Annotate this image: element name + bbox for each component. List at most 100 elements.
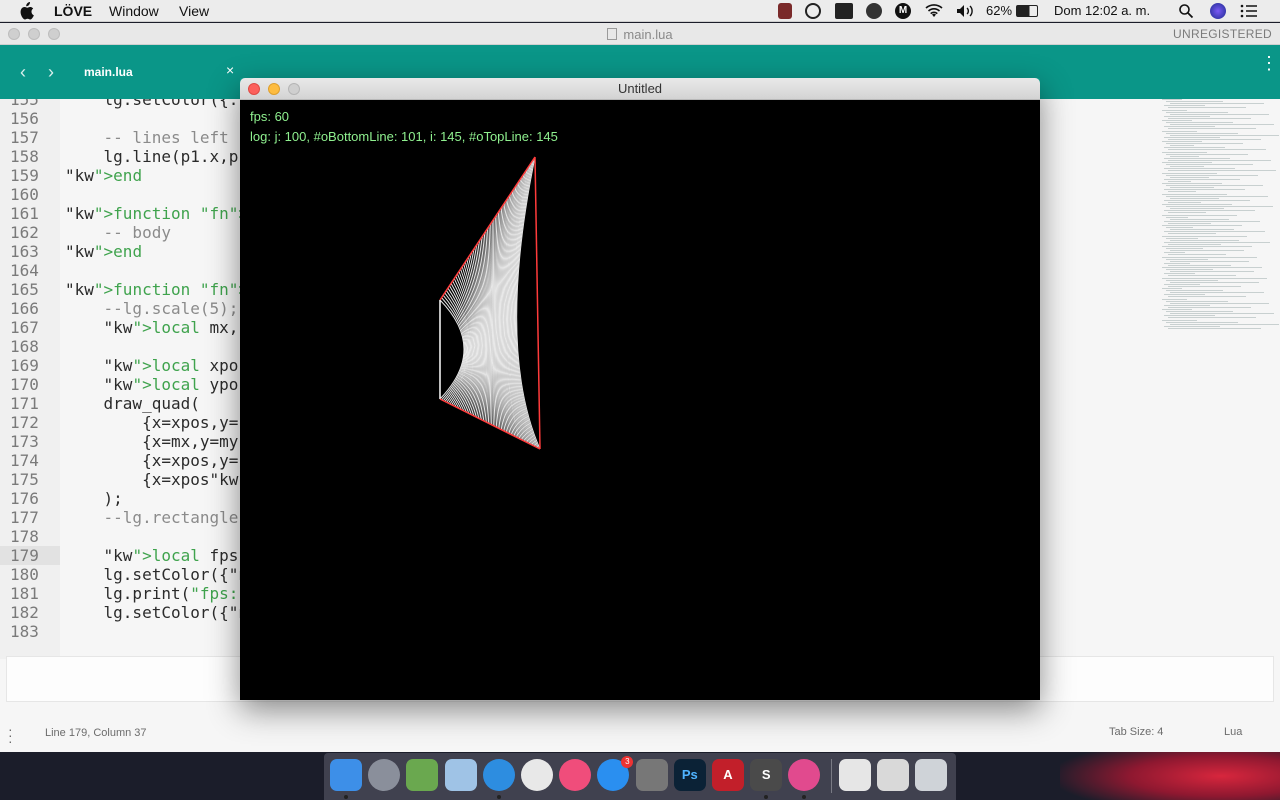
line-number: 159 (10, 166, 39, 185)
minimap-row (1166, 237, 1198, 239)
code-text: {x=xpos,y= (65, 413, 239, 432)
tab-close-icon[interactable]: × (226, 62, 234, 78)
syntax-mode[interactable]: Lua (1224, 726, 1242, 738)
back-arrow-icon[interactable]: ‹ (20, 62, 26, 83)
apple-icon[interactable] (18, 2, 34, 20)
editor-title-text: main.lua (623, 27, 673, 42)
siri-icon[interactable] (1210, 3, 1226, 19)
status-bar: · · · Line 179, Column 37 Tab Size: 4 Lua (0, 720, 1280, 752)
sublime-text-icon[interactable]: S (750, 759, 783, 791)
love-icon[interactable] (788, 759, 821, 791)
itunes-icon[interactable] (559, 759, 592, 791)
minimap-row (1170, 124, 1274, 126)
line-number: 157 (10, 128, 39, 147)
running-indicator (496, 795, 501, 799)
line-number: 183 (10, 622, 39, 641)
code-text: lg.setColor({... (65, 99, 258, 109)
app-name-menu[interactable]: LÖVE (54, 3, 92, 19)
line-number: 172 (10, 413, 39, 432)
minimap-row (1164, 273, 1195, 275)
minimap-row (1164, 283, 1200, 285)
code-text: lg.line(p1.x,p (65, 147, 239, 166)
minimap-row (1168, 149, 1266, 151)
tab-size[interactable]: Tab Size: 4 (1109, 726, 1163, 738)
minimap-row (1168, 275, 1236, 277)
minimap-row (1164, 178, 1240, 180)
parallels-icon[interactable] (835, 3, 853, 19)
minimap-row (1166, 311, 1233, 313)
safari-icon[interactable] (482, 759, 515, 791)
more-options-icon[interactable]: ⋮ (1260, 54, 1278, 72)
preview-icon[interactable] (876, 759, 909, 791)
minimap-row (1162, 267, 1262, 268)
minimap-row (1162, 130, 1197, 132)
minimap-row (1170, 113, 1269, 115)
launchpad-icon[interactable] (368, 759, 401, 791)
forward-arrow-icon[interactable]: › (48, 62, 54, 83)
clock[interactable]: Dom 12:02 a. m. (1054, 3, 1150, 18)
spotlight-search-icon[interactable] (1178, 3, 1194, 19)
minimap-row (1166, 132, 1238, 134)
wine-icon[interactable] (778, 3, 792, 19)
tab-main-lua[interactable]: main.lua (84, 65, 133, 79)
minimap-row (1170, 103, 1264, 105)
line-number: 168 (10, 337, 39, 356)
minimap-row (1162, 193, 1227, 195)
minimap-row (1170, 302, 1269, 304)
minimap-row (1162, 141, 1202, 142)
line-number: 160 (10, 185, 39, 204)
minimap[interactable] (1162, 99, 1279, 339)
chrome-icon[interactable] (521, 759, 553, 791)
battery-icon[interactable] (1016, 5, 1038, 17)
minimap-row (1162, 298, 1187, 300)
code-text: draw_quad( (65, 394, 200, 413)
minimap-row (1162, 309, 1192, 310)
m-app-icon[interactable]: M (895, 3, 911, 19)
minimap-row (1170, 197, 1219, 199)
minimap-row (1164, 325, 1220, 327)
minimap-row (1166, 279, 1218, 281)
trash-icon[interactable] (915, 759, 947, 791)
wifi-icon[interactable] (925, 3, 943, 19)
minimap-row (1170, 229, 1234, 231)
notification-center-icon[interactable] (1240, 3, 1257, 19)
line-number: 180 (10, 565, 39, 584)
finder-icon[interactable] (330, 759, 362, 791)
android-studio-icon[interactable] (406, 759, 439, 791)
code-text: {x=mx,y=my (65, 432, 239, 451)
creative-cloud-icon[interactable] (805, 3, 821, 19)
system-preferences-icon[interactable] (635, 759, 668, 791)
quad-drawing (439, 156, 541, 450)
minimap-row (1162, 183, 1222, 184)
autocad-icon[interactable]: A (712, 759, 744, 791)
running-indicator (764, 795, 769, 799)
dock: 3 Ps A S (324, 753, 956, 800)
minimap-row (1168, 233, 1216, 235)
minimap-row (1168, 222, 1211, 224)
cursor-position[interactable]: Line 179, Column 37 (45, 727, 147, 739)
code-text: --lg.rectangle (65, 508, 239, 527)
menu-view[interactable]: View (179, 3, 209, 19)
minimap-row (1164, 304, 1210, 306)
game-canvas[interactable]: fps: 60 log: j: 100, #oBottomLine: 101, … (240, 100, 1040, 700)
line-number: 162 (10, 223, 39, 242)
dock-separator (831, 759, 832, 793)
minimap-row (1162, 151, 1207, 153)
volume-icon[interactable] (955, 3, 973, 19)
box-app-icon[interactable] (444, 759, 477, 791)
battery-percent: 62% (986, 3, 1013, 18)
sync-icon[interactable] (866, 3, 882, 19)
panel-toggle-icon[interactable]: · · · (8, 722, 13, 748)
minimap-row (1164, 126, 1215, 128)
music-file-icon[interactable] (838, 759, 871, 791)
minimap-row (1164, 315, 1215, 317)
minimap-row (1166, 185, 1263, 187)
minimap-row (1170, 134, 1279, 136)
menu-window[interactable]: Window (109, 3, 159, 19)
running-indicator (802, 795, 807, 799)
photoshop-icon[interactable]: Ps (673, 759, 706, 791)
minimap-row (1168, 191, 1196, 193)
minimap-row (1164, 262, 1190, 264)
minimap-row (1170, 145, 1194, 147)
editor-titlebar: main.lua UNREGISTERED (0, 23, 1280, 45)
